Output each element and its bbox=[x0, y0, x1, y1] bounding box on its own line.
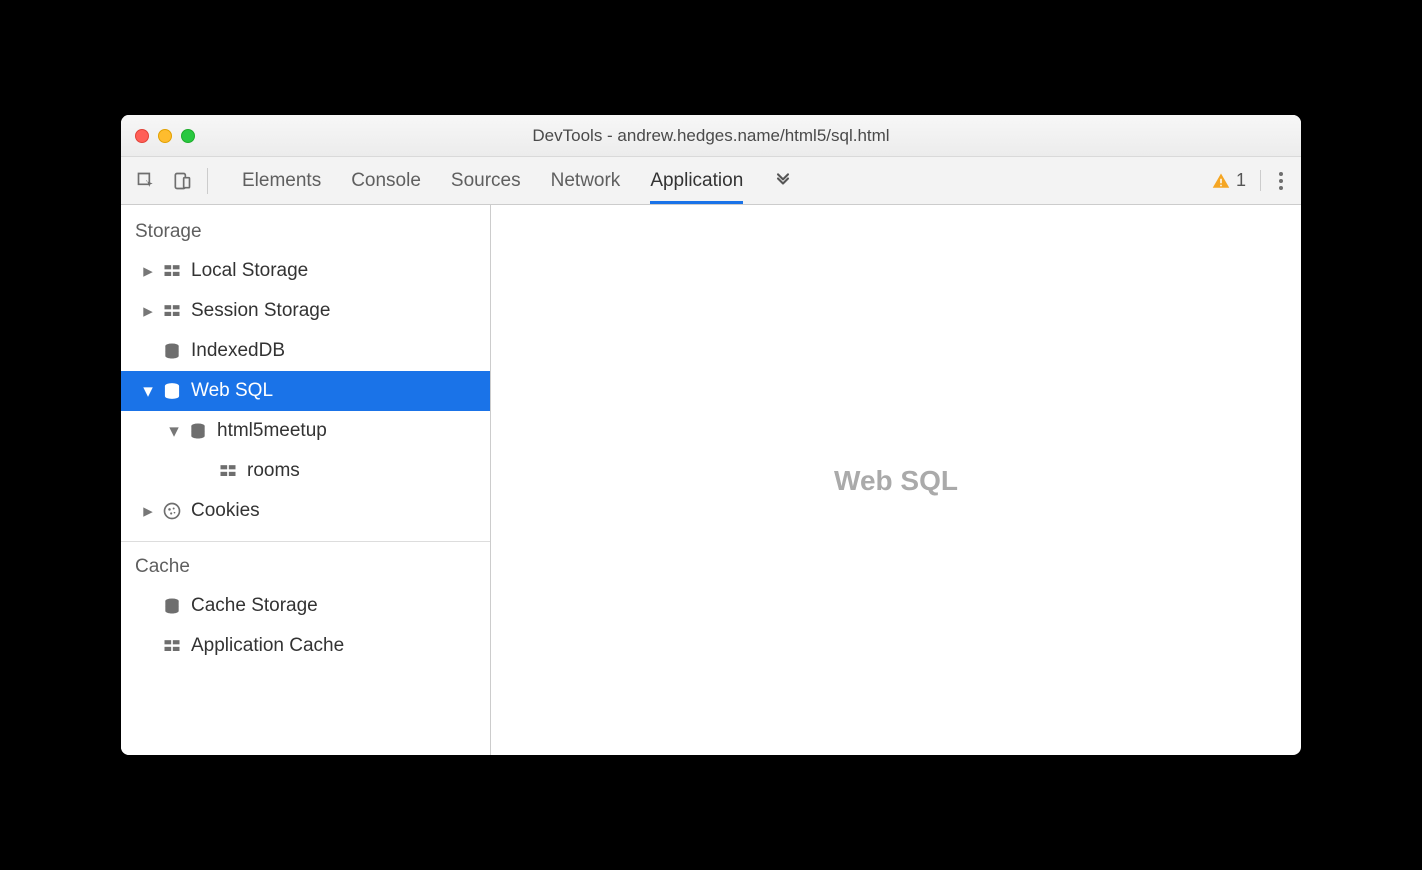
sidebar-item-indexeddb[interactable]: IndexedDB bbox=[121, 331, 490, 371]
chevron-right-icon: ▸ bbox=[143, 300, 153, 323]
more-tabs-button[interactable] bbox=[773, 157, 793, 204]
devtools-toolbar: Elements Console Sources Network Applica… bbox=[121, 157, 1301, 205]
warnings-count: 1 bbox=[1236, 170, 1246, 191]
table-icon bbox=[161, 635, 183, 657]
sidebar-item-web-sql-table[interactable]: rooms bbox=[121, 451, 490, 491]
table-icon bbox=[161, 300, 183, 322]
sidebar-item-application-cache[interactable]: Application Cache bbox=[121, 626, 490, 666]
tree-label: Cache Storage bbox=[191, 595, 318, 617]
sidebar-item-cache-storage[interactable]: Cache Storage bbox=[121, 586, 490, 626]
inspect-element-icon[interactable] bbox=[135, 170, 157, 192]
devtools-window: DevTools - andrew.hedges.name/html5/sql.… bbox=[121, 115, 1301, 755]
cookie-icon bbox=[161, 500, 183, 522]
section-header-storage: Storage bbox=[121, 211, 490, 251]
chevron-right-icon: ▸ bbox=[143, 500, 153, 523]
chevron-right-icon: ▸ bbox=[143, 260, 153, 283]
tab-console[interactable]: Console bbox=[351, 157, 421, 204]
tree-label: html5meetup bbox=[217, 420, 327, 442]
sidebar-item-session-storage[interactable]: ▸ Session Storage bbox=[121, 291, 490, 331]
table-icon bbox=[217, 460, 239, 482]
section-header-cache: Cache bbox=[121, 546, 490, 586]
sidebar-item-cookies[interactable]: ▸ Cookies bbox=[121, 491, 490, 531]
tab-sources[interactable]: Sources bbox=[451, 157, 521, 204]
arrow-spacer bbox=[143, 340, 153, 362]
tree-label: Web SQL bbox=[191, 380, 273, 402]
tab-application[interactable]: Application bbox=[650, 157, 743, 204]
tree-label: rooms bbox=[247, 460, 300, 482]
database-icon bbox=[187, 420, 209, 442]
tab-elements[interactable]: Elements bbox=[242, 157, 321, 204]
tree-label: IndexedDB bbox=[191, 340, 285, 362]
device-toggle-icon[interactable] bbox=[171, 170, 193, 192]
tree-label: Session Storage bbox=[191, 300, 330, 322]
chevron-down-icon: ▾ bbox=[169, 420, 179, 443]
minimize-button[interactable] bbox=[158, 129, 172, 143]
sidebar-item-web-sql-database[interactable]: ▾ html5meetup bbox=[121, 411, 490, 451]
tree-label: Application Cache bbox=[191, 635, 344, 657]
database-icon bbox=[161, 340, 183, 362]
tree-label: Cookies bbox=[191, 500, 260, 522]
tab-network[interactable]: Network bbox=[551, 157, 621, 204]
maximize-button[interactable] bbox=[181, 129, 195, 143]
settings-menu-button[interactable] bbox=[1275, 168, 1287, 194]
application-sidebar: Storage ▸ Local Storage ▸ Session Storag… bbox=[121, 205, 491, 755]
main-placeholder-text: Web SQL bbox=[834, 465, 958, 497]
close-button[interactable] bbox=[135, 129, 149, 143]
tree-label: Local Storage bbox=[191, 260, 308, 282]
chevron-down-icon: ▾ bbox=[143, 380, 153, 403]
table-icon bbox=[161, 260, 183, 282]
panel-tabs: Elements Console Sources Network Applica… bbox=[242, 157, 793, 204]
traffic-lights bbox=[135, 129, 195, 143]
sidebar-item-local-storage[interactable]: ▸ Local Storage bbox=[121, 251, 490, 291]
database-icon bbox=[161, 595, 183, 617]
arrow-spacer bbox=[143, 635, 153, 657]
warnings-indicator[interactable]: 1 bbox=[1212, 170, 1261, 191]
sidebar-item-web-sql[interactable]: ▾ Web SQL bbox=[121, 371, 490, 411]
titlebar: DevTools - andrew.hedges.name/html5/sql.… bbox=[121, 115, 1301, 157]
database-icon bbox=[161, 380, 183, 402]
arrow-spacer bbox=[143, 595, 153, 617]
main-panel: Web SQL bbox=[491, 205, 1301, 755]
window-title: DevTools - andrew.hedges.name/html5/sql.… bbox=[121, 126, 1301, 146]
